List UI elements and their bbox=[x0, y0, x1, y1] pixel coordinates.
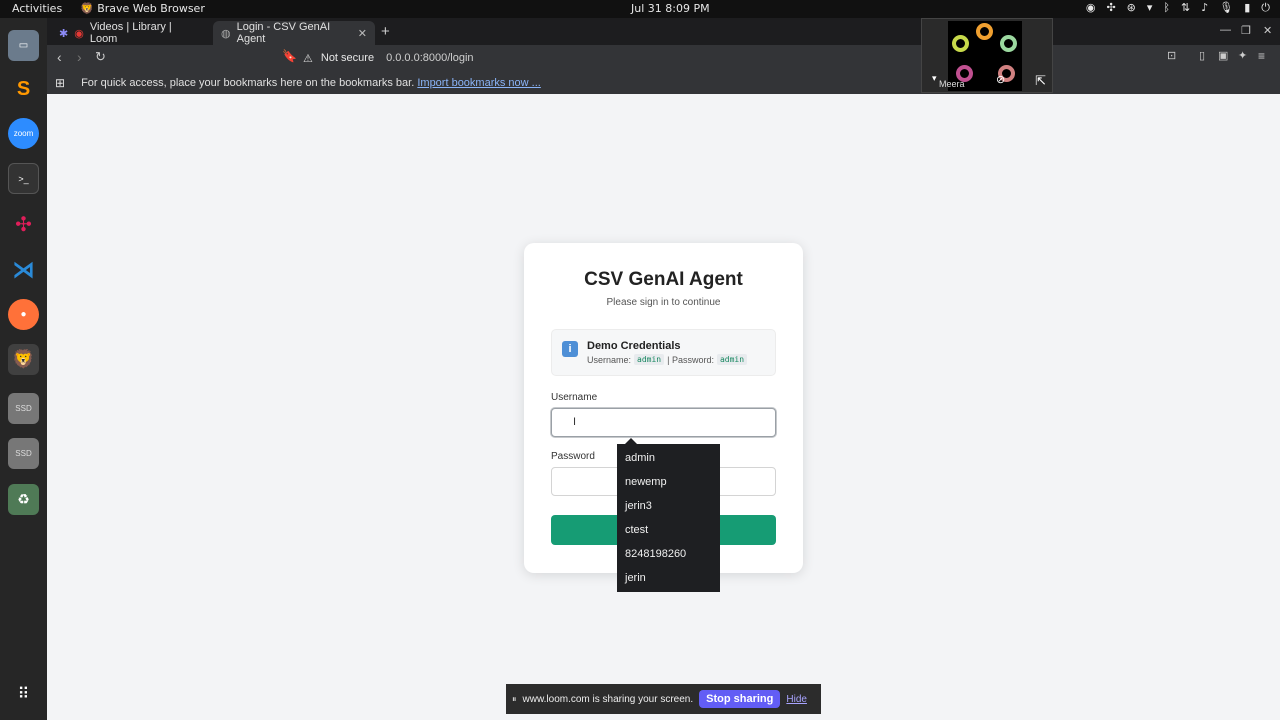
drag-handle-icon[interactable]: ⏸ bbox=[512, 694, 517, 705]
tab-login[interactable]: ◍ Login - CSV GenAI Agent ✕ bbox=[213, 21, 375, 45]
volume-icon[interactable]: ♪ bbox=[1201, 1, 1208, 15]
autocomplete-option[interactable]: 8248198260 bbox=[617, 547, 720, 571]
vscode-icon[interactable]: ⋊ bbox=[8, 254, 39, 285]
demo-username: admin bbox=[634, 354, 665, 365]
tab-strip: ✱ ◉ Videos | Library | Loom ◍ Login - CS… bbox=[47, 18, 1280, 45]
files-icon[interactable]: ▭ bbox=[8, 30, 39, 61]
close-tab-icon[interactable]: ✕ bbox=[358, 27, 367, 40]
ssd-drive-icon[interactable]: SSD bbox=[8, 393, 39, 424]
warning-icon[interactable]: ⚠ bbox=[303, 52, 313, 65]
reload-icon[interactable]: ↻ bbox=[95, 49, 106, 65]
autocomplete-option[interactable]: newemp bbox=[617, 475, 720, 499]
zoom-icon[interactable]: zoom bbox=[8, 118, 39, 149]
trash-icon[interactable]: ♻ bbox=[8, 484, 39, 515]
wifi-icon[interactable]: ▾ bbox=[1147, 1, 1153, 15]
show-apps-icon[interactable]: ⠿ bbox=[8, 678, 39, 709]
dropdown-icon[interactable]: ▾ bbox=[932, 73, 937, 84]
autocomplete-dropdown: admin newemp jerin3 ctest 8248198260 jer… bbox=[617, 438, 720, 595]
apps-grid-icon[interactable]: ⊞ bbox=[55, 76, 65, 90]
clock[interactable]: Jul 31 8:09 PM bbox=[631, 2, 710, 15]
bluetooth-icon[interactable]: ᛒ bbox=[1163, 1, 1170, 15]
system-tray[interactable]: ◉ ✣ ⊛ ▾ ᛒ ⇅ ♪ 🎙 ▮ ⏻ bbox=[1086, 1, 1270, 15]
dropdown-caret bbox=[625, 438, 637, 444]
forward-icon[interactable]: › bbox=[77, 49, 82, 65]
share-message: www.loom.com is sharing your screen. bbox=[522, 693, 694, 705]
dock: ▭ S zoom >_ ✣ ⋊ ● 🦁 SSD SSD ♻ ⠿ bbox=[0, 18, 47, 720]
brave-icon[interactable]: 🦁 bbox=[8, 344, 39, 375]
security-label[interactable]: Not secure bbox=[321, 52, 374, 64]
info-icon: i bbox=[562, 341, 578, 357]
activities-button[interactable]: Activities bbox=[12, 2, 62, 15]
bookmarks-message: For quick access, place your bookmarks h… bbox=[81, 76, 415, 89]
slack-tray-icon[interactable]: ✣ bbox=[1106, 1, 1115, 15]
autocomplete-option[interactable]: jerin bbox=[617, 571, 720, 595]
screen-share-icon[interactable]: ⊛ bbox=[1127, 1, 1136, 15]
loom-camera-bubble[interactable]: ▾ Meera ⊘ ⇱ bbox=[921, 18, 1053, 93]
url-text[interactable]: 0.0.0.0:8000/login bbox=[386, 52, 473, 64]
slack-icon[interactable]: ✣ bbox=[8, 209, 39, 240]
battery-icon[interactable]: ▮ bbox=[1244, 1, 1250, 15]
restore-icon[interactable]: ❐ bbox=[1241, 24, 1251, 37]
browser-toolbar: ‹ › ↻ 🔖 ⚠ Not secure 0.0.0.0:8000/login … bbox=[47, 45, 1280, 71]
bookmarks-bar: ⊞ For quick access, place your bookmarks… bbox=[47, 71, 1280, 94]
hide-banner-link[interactable]: Hide bbox=[786, 694, 807, 705]
page-subtitle: Please sign in to continue bbox=[606, 297, 721, 308]
popout-icon[interactable]: ⇱ bbox=[1035, 73, 1046, 89]
screenshot-icon[interactable]: ⊡ bbox=[1167, 49, 1176, 62]
tab-loom-library[interactable]: ✱ ◉ Videos | Library | Loom bbox=[51, 21, 209, 45]
loom-favicon-icon: ✱ bbox=[59, 27, 69, 40]
recording-dot-icon: ◉ bbox=[74, 27, 84, 40]
demo-credentials-line: Username: admin | Password: admin bbox=[587, 354, 748, 365]
system-top-bar: Activities 🦁 Brave Web Browser Jul 31 8:… bbox=[0, 0, 1280, 18]
new-tab-icon[interactable]: + bbox=[381, 23, 390, 40]
text-cursor-icon: I bbox=[573, 416, 577, 428]
tab-label: Login - CSV GenAI Agent bbox=[236, 21, 331, 45]
power-icon[interactable]: ⏻ bbox=[1261, 1, 1270, 15]
username-label: Username bbox=[551, 392, 598, 403]
autocomplete-option[interactable]: jerin3 bbox=[617, 499, 720, 523]
screen-share-banner: ⏸ www.loom.com is sharing your screen. S… bbox=[506, 684, 821, 714]
demo-password: admin bbox=[716, 354, 748, 365]
page-viewport: CSV GenAI Agent Please sign in to contin… bbox=[47, 94, 1280, 720]
globe-favicon-icon: ◍ bbox=[221, 27, 231, 40]
stop-sharing-button[interactable]: Stop sharing bbox=[699, 690, 781, 708]
demo-credentials-box: i Demo Credentials Username: admin | Pas… bbox=[551, 329, 776, 376]
close-window-icon[interactable]: ✕ bbox=[1263, 24, 1272, 37]
ssd-drive-icon[interactable]: SSD bbox=[8, 438, 39, 469]
decor-ring bbox=[1000, 35, 1017, 52]
tab-label: Videos | Library | Loom bbox=[89, 21, 172, 45]
sidebar-icon[interactable]: ▯ bbox=[1199, 49, 1205, 62]
firefox-icon[interactable]: ● bbox=[8, 299, 39, 330]
decor-ring bbox=[952, 35, 969, 52]
camera-user-name: Meera bbox=[939, 79, 965, 89]
autocomplete-option[interactable]: ctest bbox=[617, 523, 720, 547]
browser-window: ✱ ◉ Videos | Library | Loom ◍ Login - CS… bbox=[47, 18, 1280, 720]
brave-small-icon: 🦁 bbox=[80, 2, 94, 15]
camera-off-icon[interactable]: ⊘ bbox=[996, 73, 1005, 86]
active-app-name[interactable]: 🦁 Brave Web Browser bbox=[80, 2, 205, 15]
leo-ai-icon[interactable]: ✦ bbox=[1238, 49, 1247, 62]
address-bar[interactable]: ⚠ Not secure 0.0.0.0:8000/login bbox=[303, 47, 903, 69]
wallet-icon[interactable]: ▣ bbox=[1218, 49, 1228, 62]
sublime-text-icon[interactable]: S bbox=[8, 74, 39, 105]
menu-icon[interactable]: ≡ bbox=[1258, 49, 1265, 63]
zoom-tray-icon[interactable]: ◉ bbox=[1086, 1, 1096, 15]
back-icon[interactable]: ‹ bbox=[57, 49, 62, 65]
bookmark-icon[interactable]: 🔖 bbox=[282, 49, 297, 63]
terminal-icon[interactable]: >_ bbox=[8, 163, 39, 194]
minimize-icon[interactable]: — bbox=[1220, 24, 1231, 36]
username-input[interactable] bbox=[551, 408, 776, 437]
import-bookmarks-link[interactable]: Import bookmarks now ... bbox=[417, 77, 541, 89]
network-icon[interactable]: ⇅ bbox=[1181, 1, 1190, 15]
demo-heading: Demo Credentials bbox=[587, 340, 681, 352]
page-title: CSV GenAI Agent bbox=[584, 269, 743, 290]
autocomplete-option[interactable]: admin bbox=[617, 451, 720, 475]
password-label: Password bbox=[551, 451, 595, 462]
microphone-icon[interactable]: 🎙 bbox=[1219, 1, 1233, 15]
decor-ring bbox=[976, 23, 993, 40]
